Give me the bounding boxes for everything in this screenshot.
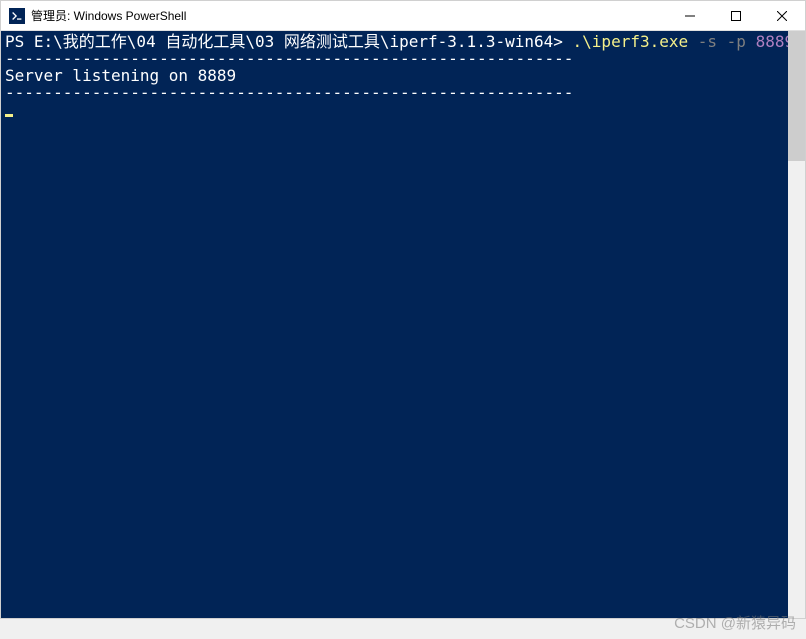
titlebar[interactable]: 管理员: Windows PowerShell — [1, 1, 805, 31]
window-title: 管理员: Windows PowerShell — [31, 7, 667, 24]
terminal-output[interactable]: PS E:\我的工作\04 自动化工具\03 网络测试工具\iperf-3.1.… — [1, 31, 788, 618]
terminal-container: PS E:\我的工作\04 自动化工具\03 网络测试工具\iperf-3.1.… — [1, 31, 805, 618]
separator-bottom: ----------------------------------------… — [5, 83, 573, 102]
command-flag-p: -p — [727, 32, 746, 51]
command-flag-s: -s — [698, 32, 717, 51]
powershell-window: 管理员: Windows PowerShell PS E:\我的工作\04 自动 — [0, 0, 806, 619]
scrollbar-thumb[interactable] — [788, 31, 805, 161]
maximize-icon — [731, 11, 741, 21]
vertical-scrollbar[interactable] — [788, 31, 805, 618]
minimize-button[interactable] — [667, 1, 713, 30]
close-button[interactable] — [759, 1, 805, 30]
window-controls — [667, 1, 805, 30]
maximize-button[interactable] — [713, 1, 759, 30]
minimize-icon — [685, 11, 695, 21]
powershell-icon — [9, 8, 25, 24]
close-icon — [777, 11, 787, 21]
command-port-arg: 8889 — [756, 32, 788, 51]
cursor — [5, 114, 13, 117]
command-executable: .\iperf3.exe — [573, 32, 689, 51]
